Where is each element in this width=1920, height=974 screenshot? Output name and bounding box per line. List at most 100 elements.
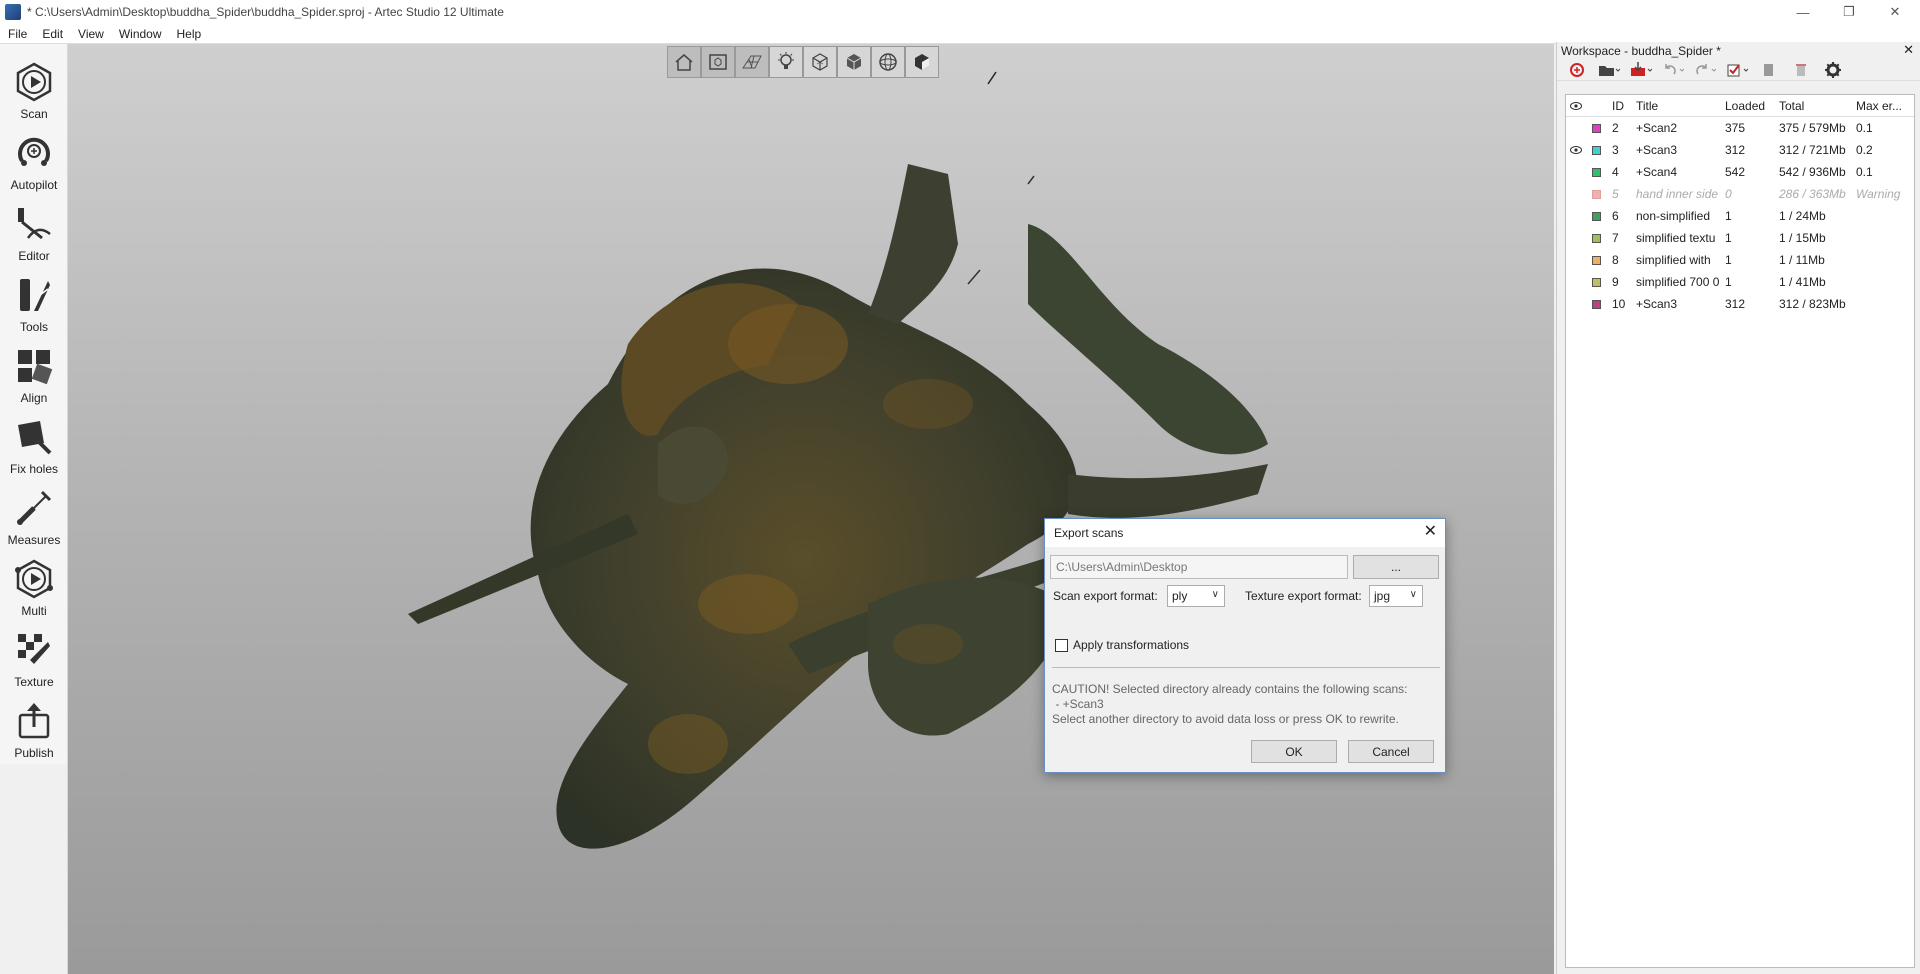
texture-icon <box>12 628 56 672</box>
scan-row[interactable]: 2 +Scan2 375 375 / 579Mb 0.1 <box>1566 117 1914 139</box>
fit-view-button[interactable] <box>701 46 735 78</box>
menu-edit[interactable]: Edit <box>34 27 70 41</box>
color-swatch[interactable] <box>1586 299 1606 309</box>
color-swatch-icon[interactable] <box>1591 189 1601 199</box>
menu-help[interactable]: Help <box>169 27 209 41</box>
tool-fix-holes[interactable]: Fix holes <box>0 409 68 480</box>
tool-editor[interactable]: Editor <box>0 196 68 267</box>
tool-publish[interactable]: Publish <box>0 693 68 764</box>
title-bar: * C:\Users\Admin\Desktop\buddha_Spider\b… <box>0 0 1920 24</box>
scan-total: 312 / 823Mb <box>1779 297 1846 311</box>
tool-scan-label: Scan <box>20 107 48 121</box>
color-swatch[interactable] <box>1586 123 1606 133</box>
ok-button[interactable]: OK <box>1251 740 1337 763</box>
3d-viewport[interactable] <box>68 44 1554 974</box>
tool-tools[interactable]: Tools <box>0 267 68 338</box>
color-swatch[interactable] <box>1586 145 1606 155</box>
solid-button[interactable] <box>837 46 871 78</box>
scan-title: +Scan4 <box>1636 165 1678 179</box>
copy-button[interactable] <box>1757 61 1781 79</box>
light-button[interactable] <box>769 46 803 78</box>
col-title-header[interactable]: Title <box>1636 99 1723 113</box>
caution-message: CAUTION! Selected directory already cont… <box>1052 682 1408 726</box>
scan-loaded: 312 <box>1725 297 1746 311</box>
tool-autopilot[interactable]: Autopilot <box>0 125 68 196</box>
tool-texture[interactable]: Texture <box>0 622 68 693</box>
scan-row[interactable]: 10 +Scan3 312 312 / 823Mb <box>1566 293 1914 315</box>
tool-measures-label: Measures <box>7 533 61 547</box>
new-project-button[interactable] <box>1565 61 1589 79</box>
eye-icon[interactable] <box>1566 99 1586 113</box>
texture-view-button[interactable] <box>905 46 939 78</box>
apply-transformations-checkbox[interactable]: Apply transformations <box>1055 638 1189 652</box>
tool-align[interactable]: Align <box>0 338 68 409</box>
col-loaded-header[interactable]: Loaded <box>1723 99 1777 113</box>
color-swatch[interactable] <box>1586 211 1606 221</box>
redo-icon <box>1696 63 1716 74</box>
scan-row[interactable]: 9 simplified 700 0 1 1 / 41Mb <box>1566 271 1914 293</box>
cancel-button[interactable]: Cancel <box>1348 740 1434 763</box>
wireframe-cube-icon <box>812 53 828 71</box>
scan-max-error: 0.1 <box>1856 121 1873 135</box>
color-swatch-icon[interactable] <box>1591 211 1601 221</box>
color-swatch[interactable] <box>1586 277 1606 287</box>
color-swatch[interactable] <box>1586 233 1606 243</box>
color-swatch[interactable] <box>1586 189 1606 199</box>
workspace-close-button[interactable]: ✕ <box>1903 42 1914 58</box>
menu-file[interactable]: File <box>0 27 34 41</box>
col-total-header[interactable]: Total <box>1777 99 1854 113</box>
scan-loaded: 1 <box>1725 275 1732 289</box>
solid-cube-icon <box>846 54 862 70</box>
color-swatch-icon[interactable] <box>1591 299 1601 309</box>
scan-row[interactable]: 7 simplified textu 1 1 / 15Mb <box>1566 227 1914 249</box>
scan-row[interactable]: 4 +Scan4 542 542 / 936Mb 0.1 <box>1566 161 1914 183</box>
scan-loaded: 0 <box>1725 187 1732 201</box>
tool-editor-label: Editor <box>18 249 50 263</box>
tool-multi[interactable]: Multi <box>0 551 68 622</box>
select-button[interactable] <box>1725 61 1749 79</box>
scan-row[interactable]: 8 simplified with 1 1 / 11Mb <box>1566 249 1914 271</box>
tool-measures[interactable]: Measures <box>0 480 68 551</box>
col-id-header[interactable]: ID <box>1606 99 1636 113</box>
export-path-field[interactable] <box>1050 555 1348 579</box>
import-button[interactable] <box>1629 61 1653 79</box>
color-swatch-icon[interactable] <box>1591 167 1601 177</box>
color-swatch[interactable] <box>1586 167 1606 177</box>
color-swatch-icon[interactable] <box>1591 255 1601 265</box>
checkbox[interactable] <box>1055 638 1068 652</box>
light-icon <box>778 52 794 69</box>
eye-icon[interactable] <box>1566 143 1586 157</box>
scan-id: 5 <box>1612 187 1619 201</box>
menu-window[interactable]: Window <box>111 27 169 41</box>
grid-button[interactable] <box>735 46 769 78</box>
scan-row[interactable]: 5 hand inner side 0 286 / 363Mb Warning <box>1566 183 1914 205</box>
color-swatch-icon[interactable] <box>1591 145 1601 155</box>
dialog-close-button[interactable]: ✕ <box>1424 524 1437 540</box>
texture-format-select[interactable]: jpg ∨ <box>1369 585 1423 607</box>
sphere-button[interactable] <box>871 46 905 78</box>
undo-button[interactable] <box>1661 61 1685 79</box>
settings-button[interactable] <box>1821 61 1845 79</box>
wireframe-button[interactable] <box>803 46 837 78</box>
menu-view[interactable]: View <box>70 27 111 41</box>
home-view-button[interactable] <box>667 46 701 78</box>
open-button[interactable] <box>1597 61 1621 79</box>
color-swatch-icon[interactable] <box>1591 233 1601 243</box>
redo-button[interactable] <box>1693 61 1717 79</box>
tool-scan[interactable]: Scan <box>0 54 68 125</box>
restore-button[interactable]: ❐ <box>1826 0 1872 24</box>
scan-format-select[interactable]: ply ∨ <box>1167 585 1225 607</box>
scan-row[interactable]: 3 +Scan3 312 312 / 721Mb 0.2 <box>1566 139 1914 161</box>
autopilot-icon <box>12 131 56 175</box>
browse-button[interactable]: ... <box>1353 555 1439 579</box>
minimize-button[interactable]: — <box>1780 0 1826 24</box>
scan-row[interactable]: 6 non-simplified 1 1 / 24Mb <box>1566 205 1914 227</box>
left-toolbar-empty <box>0 764 68 974</box>
color-swatch-icon[interactable] <box>1591 123 1601 133</box>
fit-view-icon <box>709 54 727 70</box>
close-window-button[interactable]: ✕ <box>1872 0 1918 24</box>
col-max-error-header[interactable]: Max er... <box>1854 99 1914 113</box>
color-swatch[interactable] <box>1586 255 1606 265</box>
color-swatch-icon[interactable] <box>1591 277 1601 287</box>
delete-button[interactable] <box>1789 61 1813 79</box>
